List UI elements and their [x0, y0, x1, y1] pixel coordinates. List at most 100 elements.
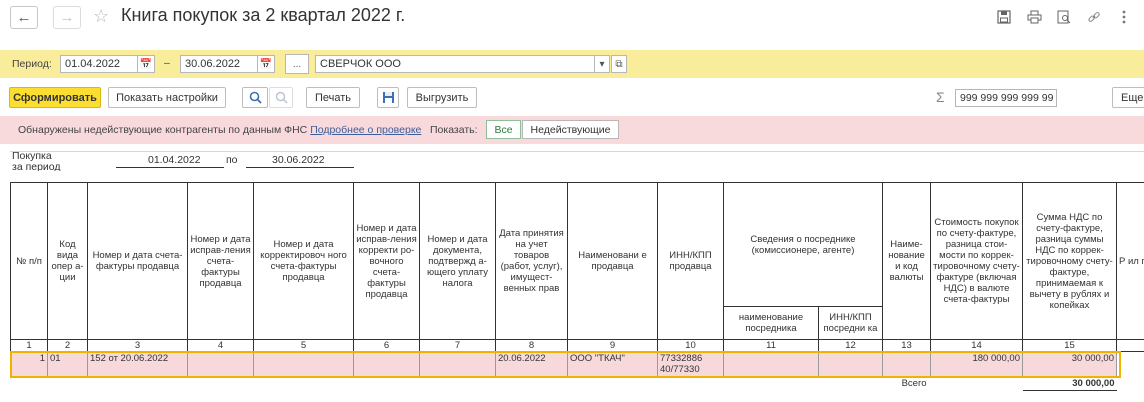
- col-number-11: 11: [723, 339, 819, 352]
- open-organization-icon[interactable]: ⧉: [611, 55, 627, 73]
- sum-icon: Σ: [936, 89, 945, 105]
- forward-button[interactable]: →: [53, 6, 81, 29]
- cell-payment-doc[interactable]: [419, 351, 496, 377]
- date-from-input[interactable]: 01.04.2022: [60, 55, 138, 73]
- more-vertical-icon[interactable]: [1116, 9, 1132, 25]
- arrow-left-icon: ←: [16, 9, 32, 26]
- check-details-link[interactable]: Подробнее о проверке: [310, 124, 421, 136]
- filter-all-button[interactable]: Все: [486, 120, 521, 139]
- organization-select[interactable]: СВЕРЧОК ООО: [315, 55, 598, 73]
- col-header-4: Номер и дата исправ-ления счета-фактуры …: [187, 182, 254, 340]
- save-button[interactable]: [377, 87, 399, 108]
- col-number-15: 15: [1022, 339, 1117, 352]
- date-to-underline: [246, 167, 354, 168]
- col-header-3: Номер и дата счета-фактуры продавца: [87, 182, 188, 340]
- arrow-right-icon: →: [59, 9, 75, 26]
- show-label: Показать:: [430, 124, 478, 136]
- col-header-1: № п/п: [10, 182, 48, 340]
- report-area: Покупка за период с 01.04.2022 по 30.06.…: [10, 151, 1144, 402]
- col-number-1: 1: [10, 339, 48, 352]
- export-button[interactable]: Выгрузить: [407, 87, 477, 108]
- filter-inactive-button[interactable]: Недействующие: [522, 120, 619, 139]
- col-number-2: 2: [47, 339, 88, 352]
- cell-vat[interactable]: 30 000,00: [1022, 351, 1117, 377]
- table-row[interactable]: 1 01 152 от 20.06.2022 20.06.2022 ООО "Т…: [10, 351, 1144, 377]
- calendar-from-icon[interactable]: 📅: [137, 55, 155, 73]
- date-to-input[interactable]: 30.06.2022: [180, 55, 258, 73]
- col-header-5: Номер и дата корректировоч ного счета-фа…: [253, 182, 354, 340]
- cell-correction[interactable]: [187, 351, 254, 377]
- print-button[interactable]: Печать: [306, 87, 360, 108]
- search-button[interactable]: [242, 87, 268, 108]
- period-select-button[interactable]: ...: [285, 54, 309, 74]
- col-header-9: Наименовани е продавца: [567, 182, 658, 340]
- col-header-2: Код вида опер а-ции: [47, 182, 88, 340]
- col-number-5: 5: [253, 339, 354, 352]
- col-header-11-12: Сведения о посреднике (комиссионере, аге…: [723, 182, 883, 307]
- col-header-11: наименование посредника: [723, 306, 819, 340]
- cell-cost[interactable]: 180 000,00: [930, 351, 1023, 377]
- cell-seller[interactable]: ООО "ТКАЧ": [567, 351, 658, 377]
- col-header-10: ИНН/КПП продавца: [657, 182, 724, 340]
- generate-button[interactable]: Сформировать: [9, 87, 101, 108]
- col-header-15: Сумма НДС по счету-фактуре, разница сумм…: [1022, 182, 1117, 340]
- total-rest: [1117, 377, 1144, 391]
- col-number-8: 8: [495, 339, 568, 352]
- cell-num[interactable]: 1: [10, 351, 48, 377]
- save-icon[interactable]: [996, 9, 1012, 25]
- col-header-8: Дата принятия на учет товаров (работ, ус…: [495, 182, 568, 340]
- cell-adjustment-correction[interactable]: [353, 351, 420, 377]
- show-settings-button[interactable]: Показать настройки: [108, 87, 226, 108]
- col-number-16: [1116, 339, 1144, 352]
- alert-message: Обнаружены недействующие контрагенты по …: [18, 124, 421, 136]
- total-value: 30 000,00: [1022, 376, 1117, 391]
- report-po: по: [226, 154, 238, 166]
- col-number-14: 14: [930, 339, 1023, 352]
- col-number-12: 12: [818, 339, 883, 352]
- col-header-16: Р ил пар: [1116, 182, 1144, 340]
- col-header-6: Номер и дата исправ-ления корректи ро-во…: [353, 182, 420, 340]
- inactive-contractors-alert: Обнаружены недействующие контрагенты по …: [0, 116, 1144, 144]
- col-number-4: 4: [187, 339, 254, 352]
- cell-rest: [1116, 351, 1144, 377]
- period-bar: Период: 01.04.2022 📅 – 30.06.2022 📅 ... …: [0, 50, 1144, 78]
- cancel-search-button[interactable]: [269, 87, 293, 108]
- purchase-book-table: № п/п Код вида опер а-ции Номер и дата с…: [10, 182, 1144, 391]
- col-number-3: 3: [87, 339, 188, 352]
- cell-agent-name[interactable]: [723, 351, 819, 377]
- col-number-10: 10: [657, 339, 724, 352]
- cell-invoice[interactable]: 152 от 20.06.2022: [87, 351, 188, 377]
- col-header-14: Стоимость покупок по счету-фактуре, разн…: [930, 182, 1023, 340]
- window-title: Книга покупок за 2 квартал 2022 г.: [121, 5, 406, 25]
- col-number-6: 6: [353, 339, 420, 352]
- period-label: Период:: [12, 58, 52, 70]
- dropdown-arrow-icon[interactable]: ▾: [594, 55, 610, 73]
- period-caption: Покупка за период с: [12, 151, 61, 171]
- col-header-13: Наиме-нование и код валюты: [882, 182, 931, 340]
- cell-adjustment-invoice[interactable]: [253, 351, 354, 377]
- col-header-7: Номер и дата документа, подтвержд а-ющег…: [419, 182, 496, 340]
- report-date-from: 01.04.2022: [148, 154, 201, 166]
- cancel-search-icon: [275, 91, 288, 104]
- back-button[interactable]: ←: [10, 6, 38, 29]
- print-icon[interactable]: [1026, 9, 1042, 25]
- favorite-star-icon[interactable]: ☆: [93, 6, 109, 27]
- calendar-to-icon[interactable]: 📅: [257, 55, 275, 73]
- preview-icon[interactable]: [1056, 9, 1072, 25]
- cell-op-code[interactable]: 01: [47, 351, 88, 377]
- search-icon: [249, 91, 262, 104]
- total-spacer: [931, 377, 1023, 391]
- col-number-9: 9: [567, 339, 658, 352]
- alert-text: Обнаружены недействующие контрагенты по …: [18, 124, 308, 136]
- report-date-to: 30.06.2022: [272, 154, 325, 166]
- cell-agent-inn[interactable]: [818, 351, 883, 377]
- cell-inn-kpp[interactable]: 77332886 40/77330: [657, 351, 724, 377]
- date-from-underline: [116, 167, 224, 168]
- col-number-13: 13: [882, 339, 931, 352]
- sum-field[interactable]: 999 999 999 999 99: [955, 89, 1057, 107]
- link-icon[interactable]: [1086, 9, 1102, 25]
- more-button[interactable]: Еще: [1112, 87, 1144, 108]
- cell-currency[interactable]: [882, 351, 931, 377]
- period-dash: –: [164, 57, 170, 69]
- cell-accept-date[interactable]: 20.06.2022: [495, 351, 568, 377]
